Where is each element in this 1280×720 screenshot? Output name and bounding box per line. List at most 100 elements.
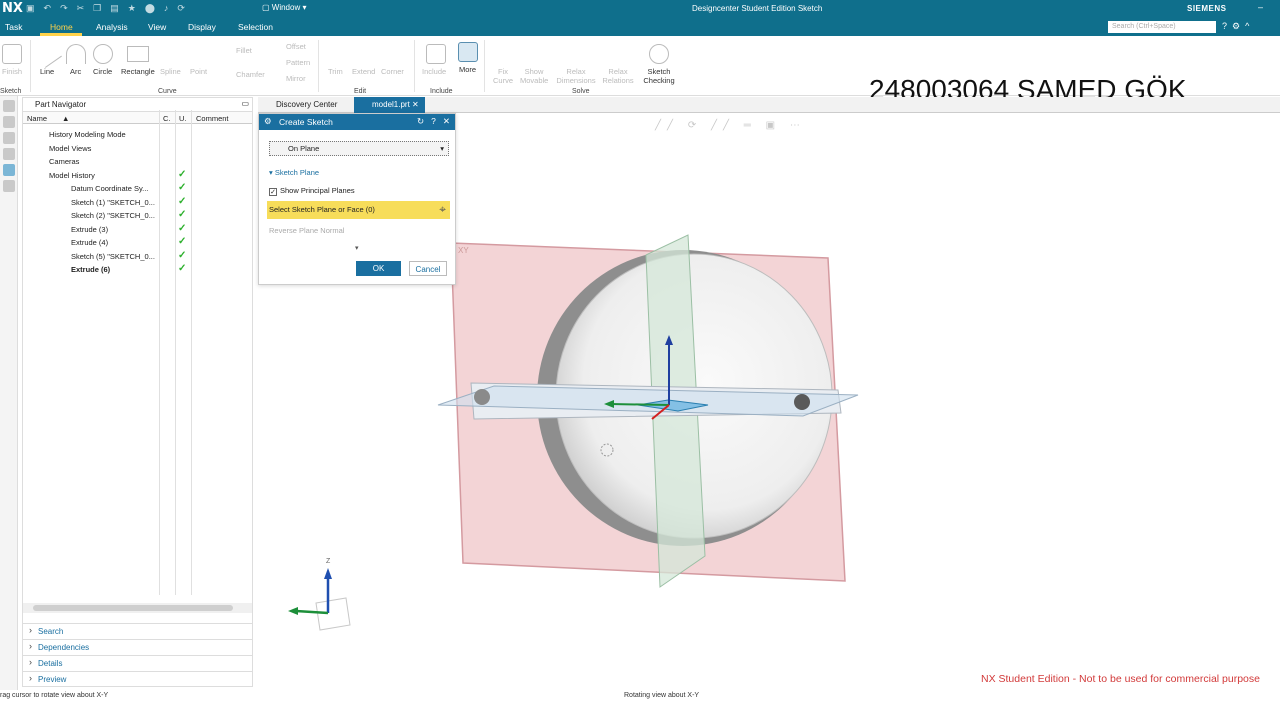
corner-button[interactable]: Corner <box>381 67 404 76</box>
copy-icon[interactable]: ❐ <box>93 3 101 14</box>
close-icon[interactable]: ✕ <box>443 116 450 127</box>
history-icon[interactable] <box>3 180 15 192</box>
tree-item[interactable]: Extrude (6) ✓ <box>23 263 252 277</box>
cut-icon[interactable]: ✂ <box>77 3 85 14</box>
more-options-chevron-icon[interactable]: ▾ <box>355 244 359 252</box>
panel-search[interactable]: Search <box>23 623 252 638</box>
navigator-hscrollbar[interactable] <box>23 603 252 613</box>
help-icon[interactable]: ? <box>431 116 436 127</box>
help-icons: ? ⚙ ^ <box>1222 21 1249 32</box>
tree-item[interactable]: Sketch (1) "SKETCH_0... ✓ <box>23 196 252 210</box>
relax-dimensions-button[interactable]: Relax Dimensions <box>556 67 596 85</box>
mirror-button[interactable]: Mirror <box>286 74 306 83</box>
tab-home[interactable]: Home <box>50 22 73 32</box>
section-sketch-plane[interactable]: ▾ Sketch Plane <box>269 168 319 177</box>
circle-icon <box>93 44 113 64</box>
reverse-plane-normal-button[interactable]: Reverse Plane Normal <box>269 226 344 235</box>
ok-button[interactable]: OK <box>356 261 401 276</box>
group-curve: Curve <box>158 88 177 95</box>
tab-discovery-center[interactable]: Discovery Center <box>258 97 343 113</box>
sketch-checking-button[interactable]: Sketch Checking <box>638 67 680 85</box>
nx-logo: NX <box>2 1 23 16</box>
col-name[interactable]: Name <box>27 114 47 123</box>
checkbox-checked-icon[interactable]: ✓ <box>269 188 277 196</box>
save-icon[interactable]: ▣ <box>26 3 35 14</box>
cancel-button[interactable]: Cancel <box>409 261 447 276</box>
rectangle-button[interactable]: Rectangle <box>121 67 155 76</box>
finish-icon[interactable] <box>2 44 22 64</box>
repeat-icon[interactable]: ★ <box>128 3 136 14</box>
maximize-icon[interactable]: ▭ <box>241 99 249 108</box>
constraint-navigator-icon[interactable] <box>3 148 15 160</box>
tree-item[interactable]: Cameras <box>23 155 252 169</box>
resource-bar <box>0 96 18 690</box>
arc-icon <box>66 44 86 64</box>
extend-button[interactable]: Extend <box>352 67 375 76</box>
more-button[interactable]: More <box>459 65 476 74</box>
tree-item[interactable]: History Modeling Mode <box>23 128 252 142</box>
chamfer-button[interactable]: Chamfer <box>236 70 265 79</box>
part-navigator-icon[interactable] <box>3 116 15 128</box>
model-tree: History Modeling Mode Model Views Cameras M… <box>23 124 252 277</box>
offset-button[interactable]: Offset <box>286 42 306 51</box>
undo-icon[interactable]: ↶ <box>44 3 52 14</box>
col-c[interactable]: C. <box>163 114 171 123</box>
col-comment[interactable]: Comment <box>196 114 229 123</box>
line-button[interactable]: Line <box>40 67 54 76</box>
help-icon[interactable]: ? <box>1222 21 1227 32</box>
sync-icon[interactable]: ⟳ <box>177 3 185 14</box>
pattern-button[interactable]: Pattern <box>286 58 310 67</box>
window-menu[interactable]: ▢ Window ▾ <box>262 3 306 12</box>
up-to-date-check-icon: ✓ <box>178 195 187 207</box>
tab-task[interactable]: Task <box>5 22 22 32</box>
tree-item[interactable]: Sketch (2) "SKETCH_0... ✓ <box>23 209 252 223</box>
show-principal-planes-checkbox[interactable]: ✓ Show Principal Planes <box>269 186 355 196</box>
paste-icon[interactable]: ▤ <box>110 3 119 14</box>
navigator-columns: Name ▲ C. U. Comment <box>23 112 252 124</box>
sketch-type-select[interactable]: On Plane ▾ <box>269 141 449 156</box>
tab-analysis[interactable]: Analysis <box>96 22 128 32</box>
tab-selection[interactable]: Selection <box>238 22 273 32</box>
reuse-library-icon[interactable] <box>3 164 15 176</box>
scroll-thumb[interactable] <box>33 605 233 611</box>
dialog-title: Create Sketch <box>279 117 333 127</box>
tab-model-part[interactable]: model1.prt ✕ <box>354 97 425 113</box>
spline-button[interactable]: Spline <box>160 67 181 76</box>
gear-icon[interactable]: ⚙ <box>264 116 272 127</box>
tab-display[interactable]: Display <box>188 22 216 32</box>
tree-item[interactable]: Sketch (5) "SKETCH_0... ✓ <box>23 250 252 264</box>
show-movable-button[interactable]: Show Movable <box>520 67 548 85</box>
relax-relations-button[interactable]: Relax Relations <box>600 67 636 85</box>
include-button[interactable]: Include <box>422 67 446 76</box>
touch-icon[interactable]: ⬤ <box>145 3 155 14</box>
arc-button[interactable]: Arc <box>70 67 81 76</box>
settings-icon[interactable]: ⚙ <box>1232 21 1240 32</box>
panel-details[interactable]: Details <box>23 655 252 670</box>
point-button[interactable]: Point <box>190 67 207 76</box>
fillet-button[interactable]: Fillet <box>236 46 252 55</box>
tab-view[interactable]: View <box>148 22 166 32</box>
finish-button[interactable]: Finish <box>2 67 22 76</box>
trim-button[interactable]: Trim <box>328 67 343 76</box>
fix-curve-button[interactable]: Fix Curve <box>492 67 514 85</box>
tree-item[interactable]: Model Views <box>23 142 252 156</box>
circle-button[interactable]: Circle <box>93 67 112 76</box>
mic-icon[interactable]: ♪ <box>164 3 169 14</box>
collapse-icon[interactable]: ^ <box>1245 21 1249 32</box>
tree-item[interactable]: Extrude (3) ✓ <box>23 223 252 237</box>
select-plane-selector[interactable]: Select Sketch Plane or Face (0) ⌖ <box>267 201 450 219</box>
assembly-navigator-icon[interactable] <box>3 132 15 144</box>
panel-dependencies[interactable]: Dependencies <box>23 639 252 654</box>
reset-icon[interactable]: ↻ <box>417 116 424 127</box>
panel-preview[interactable]: Preview <box>23 671 252 686</box>
crosshair-icon[interactable]: ⌖ <box>439 202 446 217</box>
redo-icon[interactable]: ↷ <box>60 3 68 14</box>
tree-item[interactable]: Model History ✓ <box>23 169 252 183</box>
sketch-checking-icon <box>649 44 669 64</box>
tree-item[interactable]: Extrude (4) ✓ <box>23 236 252 250</box>
minimize-icon[interactable]: – <box>1258 2 1263 12</box>
settings-icon[interactable] <box>3 100 15 112</box>
col-u[interactable]: U. <box>179 114 187 123</box>
tree-item[interactable]: Datum Coordinate Sy... ✓ <box>23 182 252 196</box>
command-search-input[interactable]: Search (Ctrl+Space) <box>1108 21 1216 33</box>
